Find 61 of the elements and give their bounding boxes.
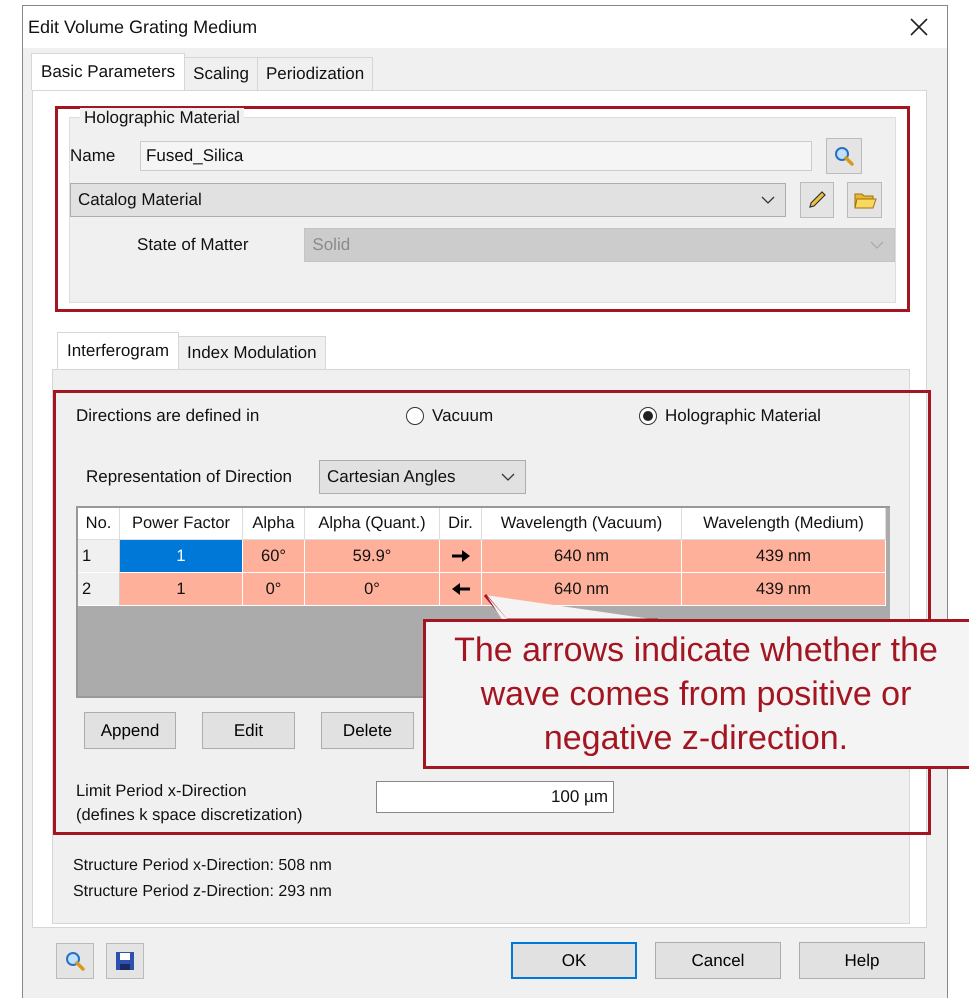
chevron-down-icon — [870, 241, 884, 249]
tab[interactable]: Basic Parameters — [31, 53, 186, 90]
row-number: 1 — [78, 540, 120, 573]
column-header: Wavelength (Medium) — [682, 508, 886, 540]
table-cell[interactable]: 59.9° — [305, 540, 440, 573]
dialog-button[interactable]: Cancel — [655, 942, 781, 979]
close-icon[interactable] — [910, 18, 928, 36]
table-cell[interactable]: 439 nm — [682, 540, 886, 573]
table-cell[interactable]: 60° — [243, 540, 305, 573]
limit-label: Limit Period x-Direction — [76, 781, 248, 802]
table-cell[interactable]: 640 nm — [482, 540, 682, 573]
search-icon — [833, 145, 855, 167]
table-action-button[interactable]: Edit — [202, 712, 295, 749]
table-cell[interactable] — [440, 573, 482, 606]
material-dropdown[interactable]: Catalog Material — [70, 183, 786, 217]
radio-option[interactable]: Vacuum — [406, 406, 639, 426]
radio-option[interactable]: Holographic Material — [639, 406, 821, 426]
row-number: 2 — [78, 573, 120, 606]
search-button[interactable] — [826, 138, 862, 174]
state-label: State of Matter — [137, 235, 250, 255]
representation-dropdown[interactable]: Cartesian Angles — [319, 460, 526, 494]
limit-field[interactable]: 100 µm — [376, 781, 614, 813]
limit-label: (defines k space discretization) — [76, 805, 304, 826]
name-field[interactable]: Fused_Silica — [140, 141, 812, 171]
table-cell[interactable] — [440, 540, 482, 573]
table-cell[interactable]: 0° — [305, 573, 440, 606]
dialog-button[interactable]: Help — [799, 942, 925, 979]
search-button[interactable] — [56, 942, 94, 978]
column-header: No. — [78, 508, 120, 540]
group-title: Holographic Material — [80, 108, 244, 128]
open-button[interactable] — [847, 182, 882, 218]
table-cell[interactable]: 439 nm — [682, 573, 886, 606]
edit-button[interactable] — [800, 182, 834, 218]
representation-label: Representation of Direction — [86, 467, 292, 487]
structure-period-text: Structure Period x-Direction: 508 nm — [73, 856, 333, 876]
table-action-button[interactable]: Append — [84, 712, 176, 749]
structure-period-text: Structure Period z-Direction: 293 nm — [73, 882, 333, 902]
table-cell[interactable]: 0° — [243, 573, 305, 606]
table-cell[interactable]: 640 nm — [482, 573, 682, 606]
chevron-down-icon — [760, 196, 774, 204]
table-cell[interactable]: 1 — [120, 540, 243, 573]
column-header: Alpha — [243, 508, 305, 540]
directions-label: Directions are defined in — [76, 406, 260, 426]
save-button[interactable] — [106, 942, 144, 978]
arrow-left-icon — [450, 583, 470, 595]
column-header: Dir. — [440, 508, 482, 540]
column-header: Alpha (Quant.) — [305, 508, 440, 540]
column-header: Wavelength (Vacuum) — [482, 508, 682, 540]
callout-text: The arrows indicate whether the wave comes from positive or negative z-direction. — [453, 630, 939, 759]
dialog-button[interactable]: OK — [511, 942, 637, 979]
chevron-down-icon — [501, 473, 516, 481]
column-header: Power Factor — [120, 508, 243, 540]
tab[interactable]: Periodization — [256, 57, 374, 90]
tab[interactable]: Index Modulation — [178, 336, 326, 369]
search-icon — [64, 950, 86, 972]
table-action-button[interactable]: Delete — [321, 712, 414, 749]
table-cell[interactable]: 1 — [120, 573, 243, 606]
arrow-right-icon — [450, 550, 470, 562]
window-title: Edit Volume Grating Medium — [28, 16, 258, 38]
tab[interactable]: Interferogram — [57, 332, 180, 369]
name-label: Name — [70, 146, 116, 166]
